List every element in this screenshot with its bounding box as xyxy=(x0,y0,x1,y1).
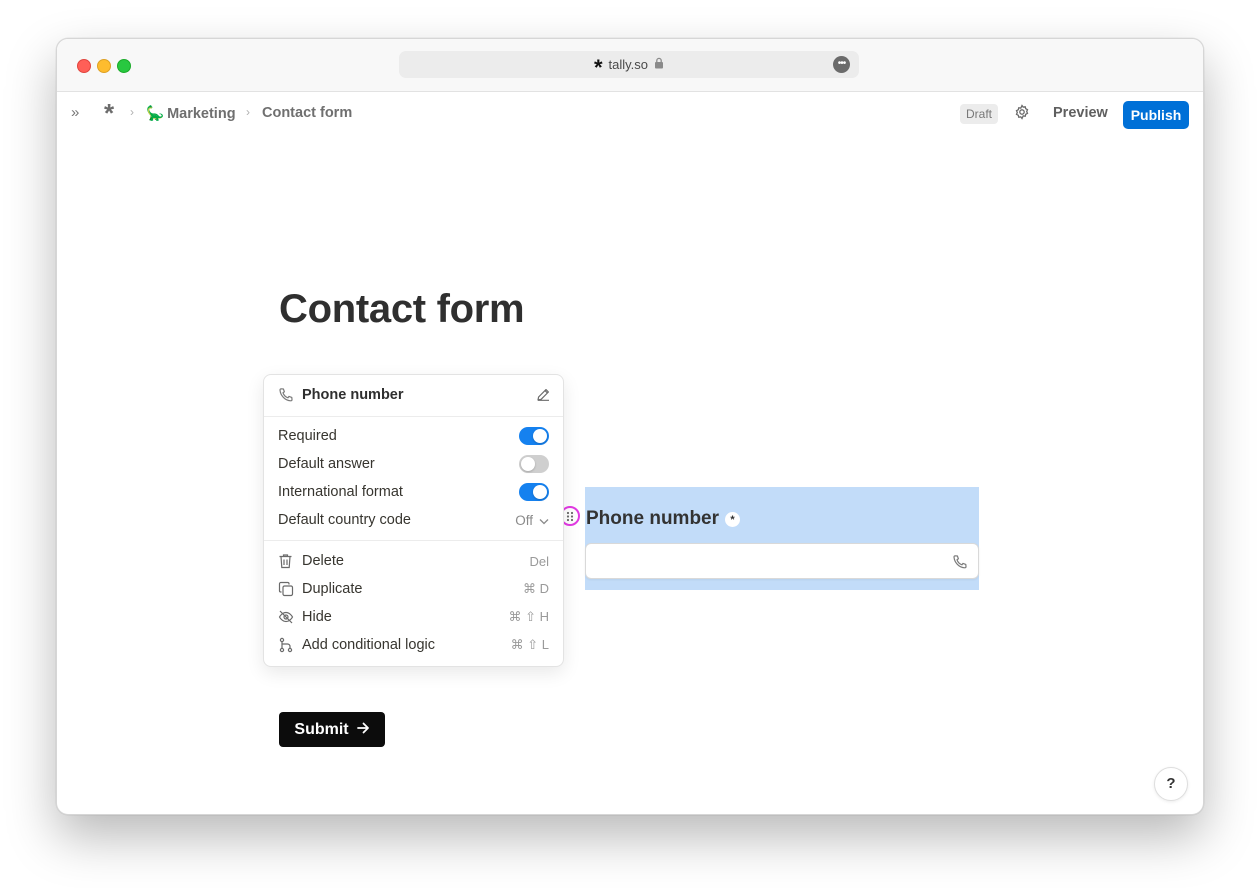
browser-titlebar: * tally.so ••• xyxy=(57,39,1203,92)
app-header: » * › 🦕 Marketing › Contact form Draft P… xyxy=(57,91,1203,137)
preview-button[interactable]: Preview xyxy=(1053,105,1108,121)
submit-button-label: Submit xyxy=(294,720,349,738)
url-text: tally.so xyxy=(608,57,649,72)
action-hide-shortcut: ⌘ ⇧ H xyxy=(508,609,549,624)
browser-window: * tally.so ••• » * › 🦕 Marketing › Conta… xyxy=(56,38,1204,815)
menu-title: Phone number xyxy=(302,387,404,403)
chevron-right-icon: › xyxy=(246,105,250,119)
action-delete[interactable]: Delete Del xyxy=(278,547,549,575)
gear-icon[interactable] xyxy=(1014,104,1030,125)
publish-button[interactable]: Publish xyxy=(1123,101,1189,129)
tally-favicon-icon: * xyxy=(593,54,603,80)
phone-field-label[interactable]: Phone number * xyxy=(586,508,741,530)
action-duplicate-shortcut: ⌘ D xyxy=(523,581,549,596)
minimize-window-button[interactable] xyxy=(97,59,111,73)
default-answer-toggle[interactable] xyxy=(519,455,549,473)
breadcrumb-workspace-label: Marketing xyxy=(167,105,236,122)
phone-icon xyxy=(278,387,294,407)
option-international-format[interactable]: International format xyxy=(278,478,549,506)
country-code-select[interactable]: Off xyxy=(515,513,549,528)
action-hide-label: Hide xyxy=(302,609,332,625)
menu-divider xyxy=(264,540,563,541)
action-duplicate-label: Duplicate xyxy=(302,581,363,597)
zoom-window-button[interactable] xyxy=(117,59,131,73)
action-hide[interactable]: Hide ⌘ ⇧ H xyxy=(278,603,549,631)
phone-field-label-text: Phone number xyxy=(586,508,720,529)
arrow-right-icon xyxy=(356,721,370,739)
chevron-right-icon: › xyxy=(130,105,134,119)
action-add-conditional-logic[interactable]: Add conditional logic ⌘ ⇧ L xyxy=(278,631,549,659)
menu-header: Phone number xyxy=(264,375,563,417)
breadcrumb-form[interactable]: Contact form xyxy=(262,105,352,121)
close-window-button[interactable] xyxy=(77,59,91,73)
breadcrumb-workspace[interactable]: 🦕 Marketing xyxy=(146,105,236,123)
action-duplicate[interactable]: Duplicate ⌘ D xyxy=(278,575,549,603)
action-add-conditional-logic-shortcut: ⌘ ⇧ L xyxy=(510,637,549,652)
branch-icon xyxy=(278,637,296,653)
action-add-conditional-logic-label: Add conditional logic xyxy=(302,637,436,653)
action-delete-label: Delete xyxy=(302,553,344,569)
option-required-label: Required xyxy=(278,428,337,444)
option-international-format-label: International format xyxy=(278,484,403,500)
trash-icon xyxy=(278,553,296,569)
expand-sidebar-icon[interactable]: » xyxy=(71,104,79,121)
tally-logo-icon[interactable]: * xyxy=(104,100,114,126)
action-delete-shortcut: Del xyxy=(529,553,549,569)
phone-icon xyxy=(952,554,968,575)
block-options-menu: Phone number Required Default answer Int… xyxy=(263,374,564,667)
option-default-answer-label: Default answer xyxy=(278,456,375,472)
option-default-country-code[interactable]: Default country code Off xyxy=(278,506,549,534)
eye-off-icon xyxy=(278,609,296,625)
more-options-icon[interactable]: ••• xyxy=(833,56,850,73)
phone-input[interactable] xyxy=(585,543,979,579)
required-toggle[interactable] xyxy=(519,427,549,445)
required-mark: * xyxy=(725,511,741,527)
international-format-toggle[interactable] xyxy=(519,483,549,501)
chevron-down-icon xyxy=(539,513,549,528)
option-country-code-label: Default country code xyxy=(278,512,411,528)
lock-icon xyxy=(654,57,664,72)
pencil-icon[interactable] xyxy=(536,387,551,406)
help-button[interactable]: ? xyxy=(1154,767,1188,801)
option-required[interactable]: Required xyxy=(278,422,549,450)
address-bar[interactable]: * tally.so ••• xyxy=(399,51,859,78)
duplicate-icon xyxy=(278,581,296,597)
option-default-answer[interactable]: Default answer xyxy=(278,450,549,478)
country-code-value: Off xyxy=(515,512,533,528)
dinosaur-emoji-icon: 🦕 xyxy=(146,106,165,122)
page-title[interactable]: Contact form xyxy=(279,287,525,332)
submit-button[interactable]: Submit xyxy=(279,712,385,747)
status-badge: Draft xyxy=(960,104,999,124)
